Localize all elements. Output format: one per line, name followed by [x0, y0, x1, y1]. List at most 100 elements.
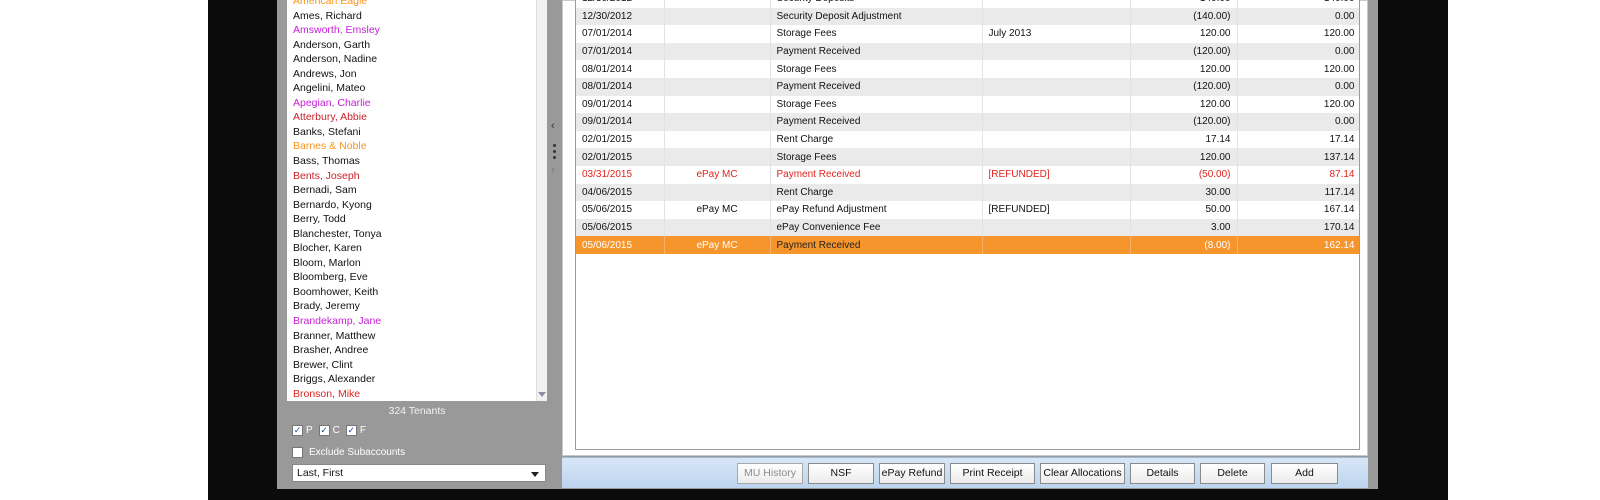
epay-refund-button[interactable]: ePay Refund: [879, 463, 945, 484]
grip-dots-icon[interactable]: [553, 144, 557, 162]
date-cell: 09/01/2014: [576, 113, 665, 131]
nsf-button[interactable]: NSF: [808, 463, 874, 484]
ledger-row[interactable]: 12/30/2012 Security Deposits 140.00140.00: [576, 0, 1359, 8]
ledger-grid[interactable]: 12/30/2012Security Deposits140.00140.001…: [575, 0, 1360, 450]
method-cell: [664, 113, 771, 131]
type-cell: Storage Fees: [770, 25, 983, 43]
filter-c[interactable]: ✓ C: [318, 425, 340, 436]
tenant-list-item[interactable]: Bloomberg, Eve: [293, 270, 533, 285]
tenant-list-item[interactable]: Banks, Stefani: [293, 125, 533, 140]
amount-cell: (120.00): [1130, 42, 1238, 61]
date-cell: 05/06/2015: [576, 236, 665, 254]
tenant-list-item[interactable]: Brady, Jeremy: [293, 299, 533, 314]
date-cell: 02/01/2015: [576, 148, 665, 166]
exclude-subaccounts[interactable]: Exclude Subaccounts: [292, 447, 405, 458]
ledger-row[interactable]: 07/01/2014 Storage Fees July 2013 120.00 120…: [576, 25, 1359, 43]
method-cell: [664, 130, 771, 149]
delete-button[interactable]: Delete: [1200, 463, 1265, 484]
date-cell: 07/01/2014: [576, 42, 665, 61]
tenant-list-item[interactable]: Bronson, Mike: [293, 387, 533, 401]
note-cell: [982, 236, 1131, 254]
print-receipt-button[interactable]: Print Receipt: [950, 463, 1035, 484]
amount-cell: 140.00: [1130, 0, 1238, 8]
tenant-list-item[interactable]: Blanchester, Tonya: [293, 227, 533, 242]
tenant-list-item[interactable]: Branner, Matthew: [293, 329, 533, 344]
filter-p[interactable]: ✓ P: [292, 425, 313, 436]
filter-c-label: C: [332, 425, 340, 436]
ledger-row[interactable]: 12/30/2012 Security Deposit Adjustment (14…: [576, 7, 1359, 26]
ledger-row[interactable]: 05/06/2015 ePay Convenience Fee 3.00 170.14: [576, 218, 1359, 237]
ledger-row[interactable]: 08/01/2014 Storage Fees 120.00 120.00: [576, 60, 1359, 78]
amount-cell: 50.00: [1130, 201, 1238, 219]
tenant-list-item[interactable]: Boomhower, Keith: [293, 285, 533, 300]
tenant-list-item[interactable]: Blocher, Karen: [293, 241, 533, 256]
note-cell: [REFUNDED]: [982, 165, 1131, 184]
balance-cell: 162.14: [1237, 236, 1359, 254]
tenant-list-item[interactable]: Brewer, Clint: [293, 358, 533, 373]
filter-f-checkbox[interactable]: ✓: [345, 425, 357, 436]
type-cell: Payment Received: [770, 165, 983, 184]
tenant-list-item[interactable]: Bernadi, Sam: [293, 183, 533, 198]
filter-f[interactable]: ✓ F: [345, 425, 366, 436]
balance-cell: 120.00: [1237, 25, 1359, 43]
ledger-row[interactable]: 03/31/2015 ePay MC Payment Received [REFUND…: [576, 165, 1359, 184]
collapse-left-icon[interactable]: ‹: [551, 120, 555, 132]
note-cell: [982, 113, 1131, 131]
filter-p-checkbox[interactable]: ✓: [292, 425, 303, 436]
tenant-list-item[interactable]: Apegian, Charlie: [293, 96, 533, 111]
note-cell: [982, 7, 1131, 26]
ledger-row[interactable]: 09/01/2014 Payment Received (120.00) 0.00: [576, 113, 1359, 131]
type-cell: Storage Fees: [770, 60, 983, 78]
note-cell: [982, 95, 1131, 114]
tenant-list-item[interactable]: Ames, Richard: [293, 9, 533, 24]
tenant-list-item[interactable]: Bents, Joseph: [293, 169, 533, 184]
exclude-subaccounts-label: Exclude Subaccounts: [309, 447, 406, 458]
type-cell: Payment Received: [770, 42, 983, 61]
exclude-subaccounts-checkbox[interactable]: [292, 447, 303, 458]
tenant-list-item[interactable]: Brandekamp, Jane: [293, 314, 533, 329]
ledger-row[interactable]: 07/01/2014 Payment Received (120.00) 0.00: [576, 42, 1359, 61]
tenant-list-item[interactable]: Anderson, Garth: [293, 38, 533, 53]
type-cell: Rent Charge: [770, 130, 983, 149]
tenant-list[interactable]: American Eagle Ames, Richard Amsworth, Ems…: [287, 0, 547, 401]
ledger-row[interactable]: 08/01/2014 Payment Received (120.00) 0.00: [576, 77, 1359, 96]
ledger-row[interactable]: 09/01/2014 Storage Fees 120.00 120.00: [576, 95, 1359, 114]
type-cell: ePay Convenience Fee: [770, 218, 983, 237]
scroll-down-arrow-icon[interactable]: [538, 392, 546, 398]
type-cell: Payment Received: [770, 77, 983, 96]
sort-order-select[interactable]: Last, First: [292, 464, 546, 482]
tenant-list-item[interactable]: American Eagle: [293, 0, 533, 9]
tenant-list-item[interactable]: Bloom, Marlon: [293, 256, 533, 271]
method-cell: [664, 148, 771, 166]
tenant-list-item[interactable]: Berry, Todd: [293, 212, 533, 227]
tenant-list-item[interactable]: Bernardo, Kyong: [293, 198, 533, 213]
expand-right-icon[interactable]: ›: [551, 164, 555, 176]
ledger-row[interactable]: 02/01/2015 Rent Charge 17.14 17.14: [576, 130, 1359, 149]
panel-splitter[interactable]: ‹ ›: [548, 0, 562, 487]
ledger-row[interactable]: 04/06/2015 Rent Charge 30.00 117.14: [576, 183, 1359, 202]
method-cell: [664, 7, 771, 26]
tenant-list-item[interactable]: Atterbury, Abbie: [293, 110, 533, 125]
add-button[interactable]: Add: [1271, 463, 1338, 484]
tenant-list-scrollbar[interactable]: [536, 0, 547, 401]
mu-history-button[interactable]: MU History: [737, 463, 803, 484]
ledger-row[interactable]: 05/06/2015 ePay MC Payment Received (8.00) 1…: [576, 236, 1359, 254]
ledger-row[interactable]: 02/01/2015 Storage Fees 120.00 137.14: [576, 148, 1359, 166]
filter-c-checkbox[interactable]: ✓: [318, 425, 330, 436]
tenant-list-item[interactable]: Barnes & Noble: [293, 139, 533, 154]
note-cell: [982, 60, 1131, 78]
tenant-list-item[interactable]: Angelini, Mateo: [293, 81, 533, 96]
tenant-list-item[interactable]: Amsworth, Emsley: [293, 23, 533, 38]
ledger-row[interactable]: 05/06/2015 ePay MC ePay Refund Adjustment[…: [576, 201, 1359, 219]
method-cell: [664, 218, 771, 237]
details-button[interactable]: Details: [1130, 463, 1195, 484]
tenant-list-item[interactable]: Bass, Thomas: [293, 154, 533, 169]
tenant-list-item[interactable]: Briggs, Alexander: [293, 372, 533, 387]
filter-p-label: P: [306, 425, 313, 436]
tenant-list-item[interactable]: Brasher, Andree: [293, 343, 533, 358]
method-cell: [664, 95, 771, 114]
method-cell: [664, 60, 771, 78]
tenant-list-item[interactable]: Andrews, Jon: [293, 67, 533, 82]
clear-allocations-button[interactable]: Clear Allocations: [1040, 463, 1125, 484]
tenant-list-item[interactable]: Anderson, Nadine: [293, 52, 533, 67]
